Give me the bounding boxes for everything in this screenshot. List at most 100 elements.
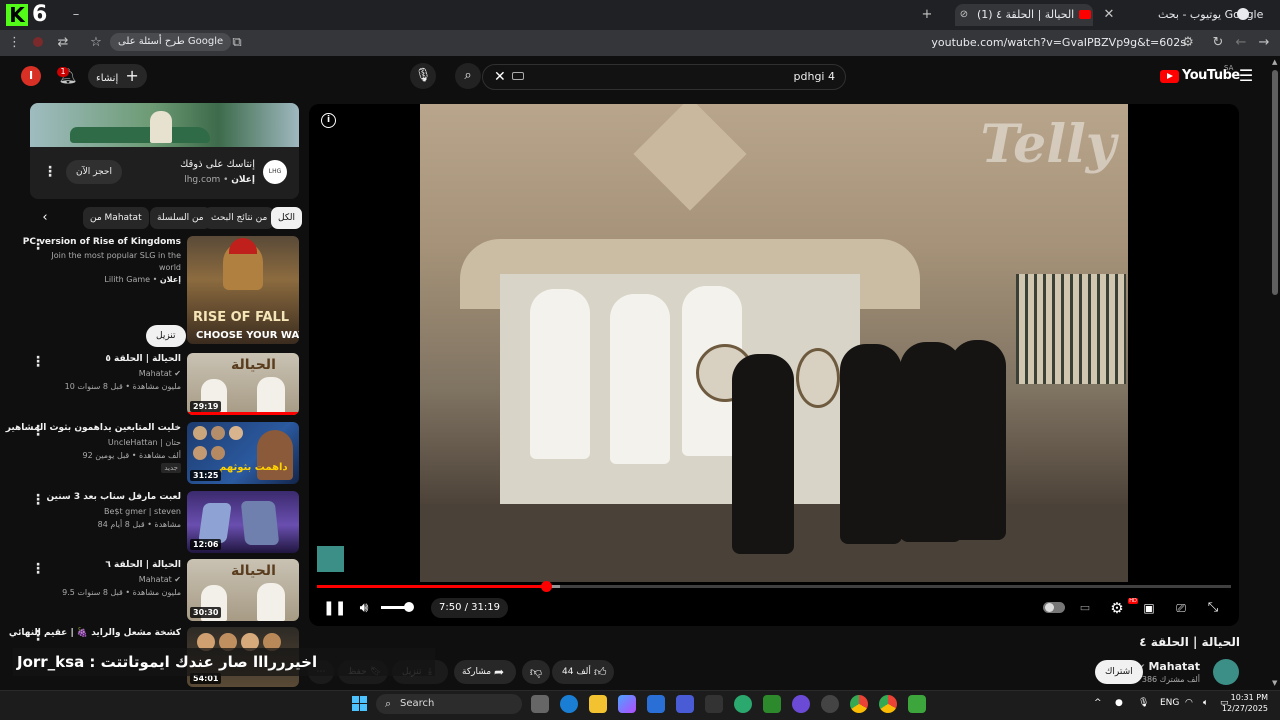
chrome-icon[interactable] [850, 695, 868, 713]
subscribe-button[interactable]: اشتراك [1095, 660, 1143, 684]
channel-name[interactable]: ✔ Mahatat [1138, 660, 1200, 673]
chrome-icon[interactable] [879, 695, 897, 713]
rec-channel[interactable]: UncleHattan | حتان [108, 438, 181, 447]
obs-icon[interactable] [821, 695, 839, 713]
channel-avatar[interactable] [1213, 659, 1239, 685]
info-icon[interactable]: i [321, 113, 336, 128]
chip-from-series[interactable]: من السلسلة [150, 207, 211, 229]
ad-cta-button[interactable]: احجز الآن [66, 160, 122, 184]
rec-thumbnail[interactable]: RISE OF FALL CHOOSE YOUR WAY [187, 236, 299, 344]
rec-channel[interactable]: Mahatat ✔ [139, 369, 181, 378]
taskbar-clock[interactable]: 10:31 PM 12/27/2025 [1222, 692, 1268, 714]
discord-icon[interactable] [792, 695, 810, 713]
menu-dots-icon[interactable]: ⋮ [8, 32, 21, 54]
channel-watermark-icon[interactable] [317, 546, 344, 572]
like-button[interactable]: 44 ألف 👍︎ [552, 660, 614, 684]
account-avatar[interactable]: I [21, 66, 41, 86]
rec-thumbnail[interactable]: داهمت بثوثهم 31:25 [187, 422, 299, 484]
hamburger-menu-icon[interactable]: ☰ [1236, 66, 1256, 86]
settings-gear-icon[interactable]: ⚙ [1109, 600, 1125, 616]
app-icon[interactable] [705, 695, 723, 713]
rec-title[interactable]: الحيالة | الحلقة ٥ [105, 354, 181, 364]
taskbar-search[interactable]: Search [376, 694, 522, 714]
chip-search-results[interactable]: من نتائج البحث [204, 207, 275, 229]
windows-start-icon[interactable] [351, 695, 369, 713]
pause-icon[interactable]: ❚❚ [323, 600, 346, 616]
sponsored-ad-card[interactable]: إنتاسك على ذوقك lhg.com • إعلان LHG احجز… [30, 103, 299, 199]
rec-title[interactable]: PC version of Rise of Kingdoms [23, 237, 181, 247]
app-icon[interactable] [676, 695, 694, 713]
tray-chevron-icon[interactable]: ^ [1094, 698, 1102, 708]
back-icon[interactable]: → [1257, 32, 1271, 54]
scroll-thumb[interactable] [1272, 70, 1278, 295]
minecraft-icon[interactable] [763, 695, 781, 713]
close-tab-icon[interactable]: ✕ [1100, 4, 1118, 26]
mute-tab-icon[interactable]: ⊘ [957, 4, 971, 26]
reload-icon[interactable]: ↻ [1211, 32, 1225, 54]
file-explorer-icon[interactable] [589, 695, 607, 713]
forward-icon[interactable]: ← [1234, 32, 1248, 54]
volume-handle[interactable] [404, 602, 414, 612]
install-cta-button[interactable]: تنزيل [146, 325, 186, 347]
language-indicator[interactable]: ENG [1160, 698, 1179, 708]
search-input[interactable]: pdhgi 4 [482, 64, 846, 90]
dislike-button[interactable]: 👎︎ [522, 660, 550, 684]
copilot-icon[interactable] [618, 695, 636, 713]
new-tab-button[interactable]: + [919, 4, 935, 26]
ad-more-icon[interactable]: ⋮ [43, 165, 57, 179]
chip-from-channel[interactable]: من Mahatat [83, 207, 149, 229]
volume-icon[interactable]: 🔊︎ [355, 600, 373, 616]
tab-search-icon[interactable]: ⇄ [56, 32, 70, 54]
chips-scroll-left-icon[interactable]: ‹ [38, 209, 52, 227]
rec-title[interactable]: كشخة مشعل والرايد 🍇 | عقيم النهائي [9, 628, 181, 638]
voice-search-icon[interactable]: 🎙︎ [410, 63, 436, 89]
subtitles-icon[interactable]: ▭ [1077, 600, 1093, 616]
scroll-up-icon[interactable]: ▲ [1272, 58, 1277, 66]
microphone-icon[interactable]: 🎙︎ [1138, 698, 1149, 708]
google-lens-pill[interactable]: طرح أسئلة على Google [110, 33, 232, 51]
video-player[interactable]: Telly i ❚❚ 🔊︎ 7:50 / 31:19 ▭ ⚙ HD ▣ ⎚ ⤡ [309, 104, 1239, 626]
miniplayer-icon[interactable]: ▣ [1141, 600, 1157, 616]
seek-handle[interactable] [540, 581, 552, 592]
tab-youtube-video[interactable]: (1) الحيالة | الحلقة ٤ - YouTube [955, 4, 1093, 26]
clear-search-icon[interactable]: ✕ [494, 69, 506, 85]
edge-icon[interactable] [560, 695, 578, 713]
rec-title[interactable]: لعبت مارفل سناب بعد 3 سنين [46, 492, 181, 502]
rec-title[interactable]: الحيالة | الحلقة ٦ [105, 560, 181, 570]
chip-all[interactable]: الكل [271, 207, 303, 229]
rec-title[interactable]: خليت المتابعين يداهمون بثوث المشاهير [6, 423, 181, 433]
tray-app-icon[interactable]: ● [1115, 698, 1123, 708]
create-button[interactable]: إنشاء + [88, 64, 147, 88]
rec-thumbnail[interactable]: 12:06 [187, 491, 299, 553]
scroll-down-icon[interactable]: ▼ [1272, 679, 1277, 687]
seek-bar[interactable] [317, 581, 1231, 592]
site-settings-icon[interactable]: ⚙ [1181, 32, 1195, 54]
cast-icon[interactable]: ⎚ [1173, 600, 1189, 616]
wifi-icon[interactable]: ◠ [1185, 698, 1193, 708]
rec-thumbnail[interactable]: الحيالة 29:19 [187, 353, 299, 415]
install-icon[interactable]: ⧉ [230, 32, 244, 54]
rec-more-icon[interactable]: ⋮ [31, 493, 45, 507]
drum-image [796, 348, 840, 408]
speaker-icon[interactable]: 🔈︎ [1203, 698, 1208, 708]
app-icon[interactable] [734, 695, 752, 713]
bookmark-star-icon[interactable]: ☆ [89, 32, 103, 54]
rec-more-icon[interactable]: ⋮ [31, 355, 45, 369]
keyboard-icon[interactable] [512, 72, 524, 80]
store-icon[interactable] [647, 695, 665, 713]
share-button[interactable]: مشاركة ➦ [454, 660, 516, 684]
rec-channel[interactable]: Be$t gmer | steven [104, 507, 181, 516]
address-bar[interactable]: youtube.com/watch?v=GvaIPBZVp9g&t=602s [931, 34, 1186, 52]
app-icon[interactable] [908, 695, 926, 713]
fullscreen-icon[interactable]: ⤡ [1205, 600, 1221, 616]
rec-more-icon[interactable]: ⋮ [31, 562, 45, 576]
profile-icon[interactable] [33, 37, 43, 47]
duration-badge: 29:19 [190, 401, 222, 412]
minimize-icon[interactable]: – [68, 4, 84, 26]
video-frame[interactable]: Telly [420, 104, 1128, 582]
rec-channel[interactable]: Mahatat ✔ [139, 575, 181, 584]
search-button-icon[interactable]: ⌕ [455, 63, 481, 89]
task-view-icon[interactable] [531, 695, 549, 713]
youtube-play-logo-icon [1160, 70, 1179, 83]
rec-thumbnail[interactable]: الحيالة 30:30 [187, 559, 299, 621]
